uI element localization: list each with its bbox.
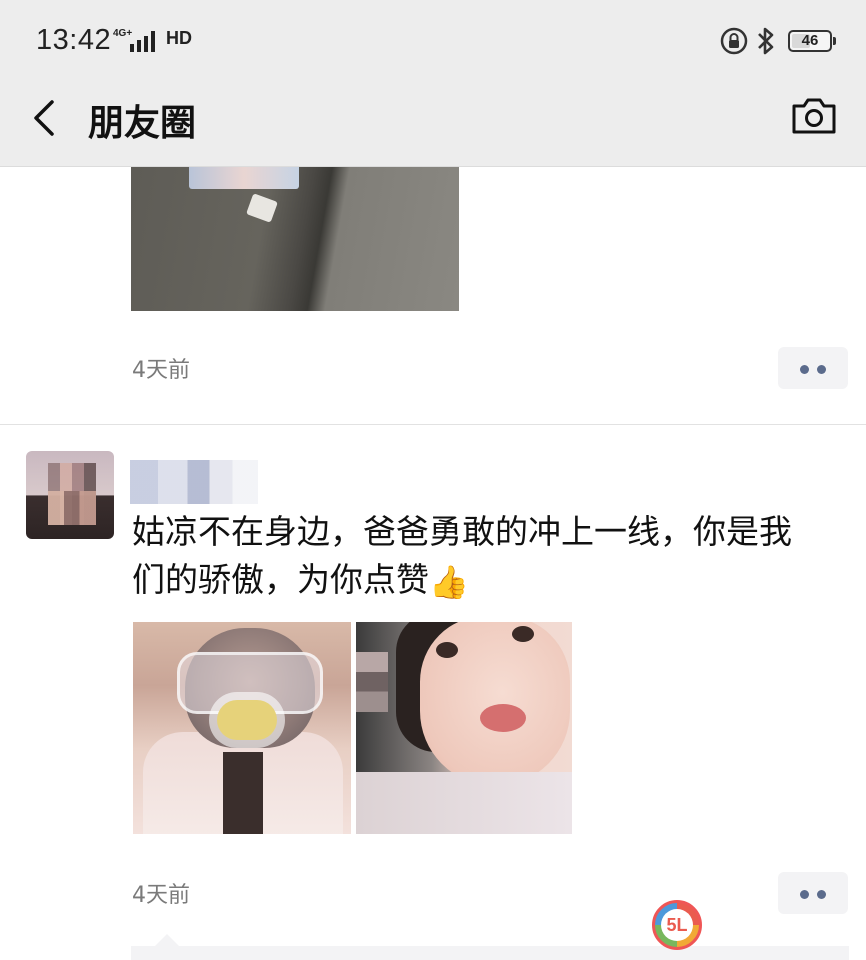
thumbs-up-icon: 👍 bbox=[429, 562, 469, 601]
dot-icon bbox=[800, 890, 809, 899]
dot-icon bbox=[817, 365, 826, 374]
avatar[interactable] bbox=[26, 451, 114, 539]
author-name-blurred[interactable] bbox=[130, 460, 258, 504]
bluetooth-icon bbox=[758, 27, 774, 55]
battery-level: 46 bbox=[801, 32, 819, 49]
battery-indicator: 46 bbox=[788, 30, 832, 52]
dot-icon bbox=[817, 890, 826, 899]
rotation-lock-icon bbox=[720, 27, 748, 55]
camera-icon[interactable] bbox=[790, 96, 838, 136]
post-text: 姑凉不在身边，爸爸勇敢的冲上一线，你是我们的骄傲，为你点赞👍 bbox=[132, 508, 812, 606]
more-actions-button[interactable] bbox=[778, 347, 848, 389]
nav-bar: 朋友圈 bbox=[0, 82, 866, 167]
post-image-1[interactable] bbox=[133, 622, 351, 834]
post-divider bbox=[0, 424, 866, 425]
post-image-2[interactable] bbox=[356, 622, 572, 834]
page-title: 朋友圈 bbox=[88, 103, 197, 144]
post-timestamp: 4天前 bbox=[132, 883, 190, 908]
dot-icon bbox=[800, 365, 809, 374]
post-photo[interactable] bbox=[131, 167, 459, 311]
hd-indicator: HD bbox=[166, 28, 192, 48]
clock: 13:42 bbox=[36, 24, 112, 56]
watermark-text: 5L bbox=[661, 909, 693, 941]
post-timestamp: 4天前 bbox=[132, 358, 190, 383]
signal-icon bbox=[130, 31, 155, 52]
likes-comments-area bbox=[131, 934, 849, 960]
more-actions-button[interactable] bbox=[778, 872, 848, 914]
watermark-logo: 5L bbox=[652, 900, 702, 950]
battery-tip bbox=[833, 37, 836, 45]
chevron-left-icon[interactable] bbox=[30, 98, 60, 138]
status-bar: 13:42 4G+ HD 46 bbox=[0, 0, 866, 82]
